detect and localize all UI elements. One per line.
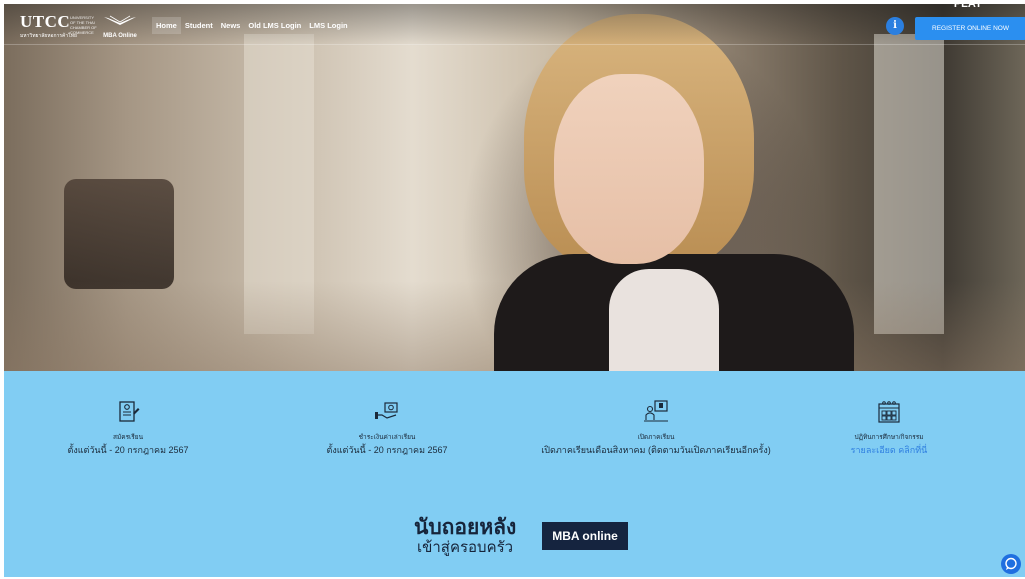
chat-button[interactable] — [1001, 554, 1021, 574]
info-label: ชำระเงินค่าเล่าเรียน — [358, 434, 416, 441]
hero-video[interactable] — [4, 4, 1025, 371]
admission-info-section: สมัครเรียน ตั้งแต่วันนี้ - 20 กรกฎาคม 25… — [4, 371, 1025, 577]
info-item-calendar: ปฏิทินการศึกษา/กิจกรรม รายละเอียด คลิกที… — [834, 399, 944, 457]
top-navigation-bar: UTCC UNIVERSITY OF THE THAI CHAMBER OF C… — [4, 4, 1025, 46]
nav-old-lms-login[interactable]: Old LMS Login — [244, 17, 305, 34]
info-label: ปฏิทินการศึกษา/กิจกรรม — [854, 434, 924, 441]
mba-online-logo[interactable]: MBA Online — [97, 14, 143, 40]
info-value: ตั้งแต่วันนี้ - 20 กรกฎาคม 2567 — [326, 445, 448, 455]
main-nav: Home Student News Old LMS Login LMS Logi… — [152, 17, 352, 34]
nav-home[interactable]: Home — [152, 17, 181, 34]
application-form-icon — [119, 401, 140, 422]
mba-online-logo-text: MBA Online — [103, 33, 137, 39]
chat-bubble-icon — [1005, 557, 1017, 570]
info-label: สมัครเรียน — [112, 434, 144, 441]
calendar-details-link[interactable]: รายละเอียด คลิกที่นี่ — [834, 443, 944, 457]
register-online-button[interactable]: REGISTER ONLINE NOW — [915, 17, 1025, 40]
info-item-payment: ชำระเงินค่าเล่าเรียน ตั้งแต่วันนี้ - 20 … — [312, 399, 462, 457]
hero-divider — [4, 44, 1025, 45]
info-item-application: สมัครเรียน ตั้งแต่วันนี้ - 20 กรกฎาคม 25… — [58, 399, 198, 457]
info-icon[interactable]: i — [886, 17, 904, 35]
info-item-class-start: เปิดภาคเรียน เปิดภาคเรียนเดือนสิงหาคม (ต… — [531, 399, 781, 457]
play-badge: PLAY — [953, 0, 983, 10]
promo-subheadline: เข้าสู่ครอบครัว — [417, 539, 514, 556]
nav-news[interactable]: News — [217, 17, 245, 34]
info-value: เปิดภาคเรียนเดือนสิงหาคม (ติดตามวันเปิดภ… — [541, 445, 771, 455]
info-value: ตั้งแต่วันนี้ - 20 กรกฎาคม 2567 — [67, 445, 189, 455]
mba-online-badge: MBA online — [542, 522, 628, 550]
utcc-logo[interactable]: UTCC UNIVERSITY OF THE THAI CHAMBER OF C… — [20, 12, 97, 40]
background-chair — [64, 179, 174, 289]
nav-student[interactable]: Student — [181, 17, 217, 34]
countdown-promo: นับถอยหลัง เข้าสู่ครอบครัว MBA online — [414, 511, 634, 559]
wing-logo-icon — [104, 15, 136, 25]
calendar-icon — [878, 401, 900, 423]
nav-lms-login[interactable]: LMS Login — [305, 17, 351, 34]
utcc-logo-thai: มหาวิทยาลัยหอการค้าไทย — [20, 33, 77, 39]
hero-person — [484, 14, 884, 371]
class-start-icon — [644, 400, 668, 422]
payment-icon — [375, 402, 398, 419]
info-label: เปิดภาคเรียน — [637, 434, 675, 441]
utcc-logo-text: UTCC — [20, 12, 71, 31]
